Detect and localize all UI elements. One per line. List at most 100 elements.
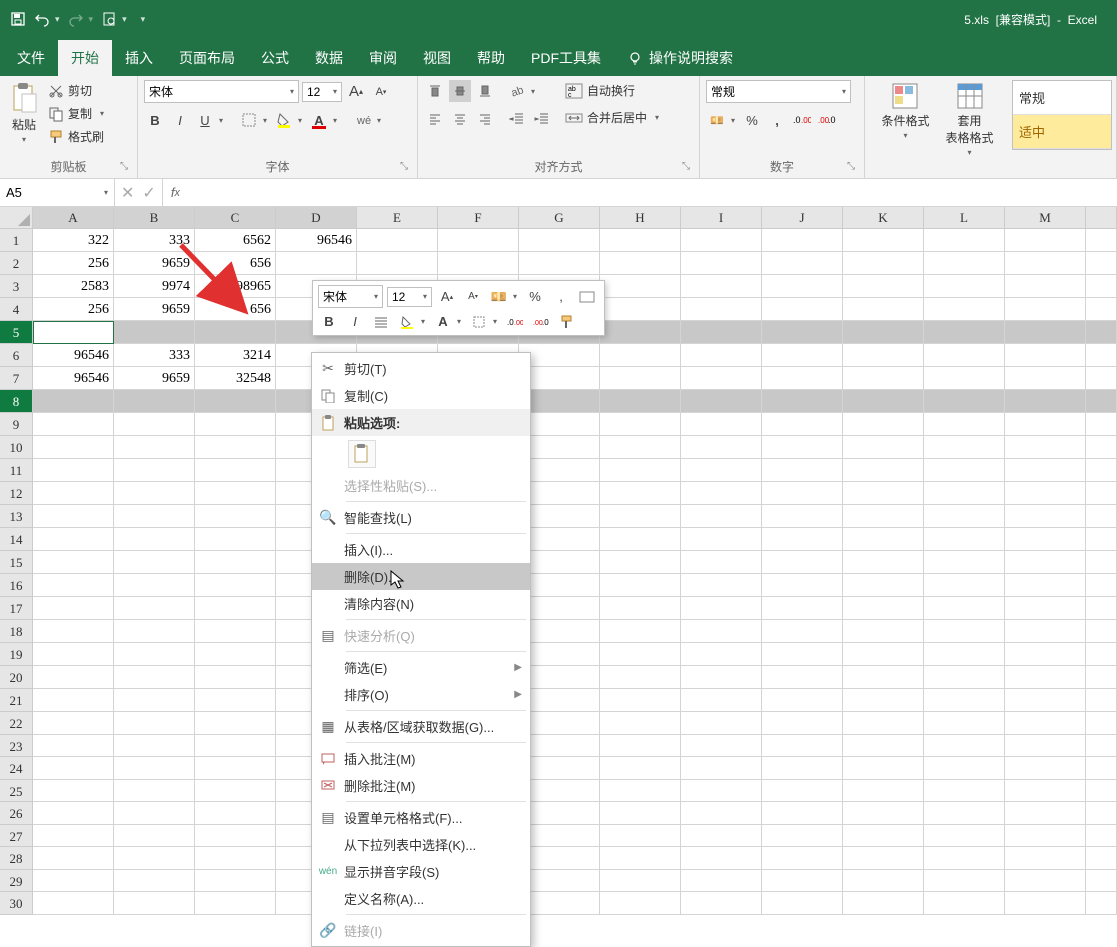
cell-B5[interactable] <box>114 321 195 344</box>
cell-C11[interactable] <box>195 459 276 482</box>
cell-M5[interactable] <box>1005 321 1086 344</box>
cell-B10[interactable] <box>114 436 195 459</box>
cell-H8[interactable] <box>600 390 681 413</box>
mini-font-color[interactable]: A <box>432 311 454 333</box>
row-header-15[interactable]: 15 <box>0 551 33 574</box>
column-header-L[interactable]: L <box>924 207 1005 229</box>
cell-A30[interactable] <box>33 892 114 915</box>
cell-J28[interactable] <box>762 847 843 870</box>
cell-J26[interactable] <box>762 802 843 825</box>
cell-C6[interactable]: 3214 <box>195 344 276 367</box>
tab-view[interactable]: 视图 <box>410 40 464 76</box>
cell-C8[interactable] <box>195 390 276 413</box>
cell-C27[interactable] <box>195 825 276 848</box>
ctx-filter[interactable]: 筛选(E)▶ <box>312 654 530 681</box>
cell-L28[interactable] <box>924 847 1005 870</box>
cell-B3[interactable]: 9974 <box>114 275 195 298</box>
comma-button[interactable]: , <box>766 109 788 131</box>
cell-C18[interactable] <box>195 620 276 643</box>
cell-M4[interactable] <box>1005 298 1086 321</box>
grow-font-button[interactable]: A▴ <box>345 81 367 103</box>
align-center-button[interactable] <box>449 108 471 130</box>
cell-C17[interactable] <box>195 597 276 620</box>
cell-C23[interactable] <box>195 735 276 758</box>
increase-decimal-button[interactable]: .0.00 <box>791 109 813 131</box>
cell-G25[interactable] <box>519 780 600 803</box>
ctx-delete-comment[interactable]: 删除批注(M) <box>312 772 530 799</box>
mini-shrink-font[interactable]: A▾ <box>462 286 484 308</box>
cell-L3[interactable] <box>924 275 1005 298</box>
ctx-insert-comment[interactable]: 插入批注(M) <box>312 745 530 772</box>
cell-K15[interactable] <box>843 551 924 574</box>
cell-B30[interactable] <box>114 892 195 915</box>
cell-B4[interactable]: 9659 <box>114 298 195 321</box>
cell-H10[interactable] <box>600 436 681 459</box>
column-header-M[interactable]: M <box>1005 207 1086 229</box>
cell-B20[interactable] <box>114 666 195 689</box>
ctx-show-pinyin[interactable]: wén显示拼音字段(S) <box>312 858 530 885</box>
cell-M6[interactable] <box>1005 344 1086 367</box>
cell-L2[interactable] <box>924 252 1005 275</box>
ctx-cut[interactable]: ✂剪切(T) <box>312 355 530 382</box>
cell-C24[interactable] <box>195 757 276 780</box>
cell-C28[interactable] <box>195 847 276 870</box>
cell-I4[interactable] <box>681 298 762 321</box>
cell-I19[interactable] <box>681 643 762 666</box>
cell-G14[interactable] <box>519 528 600 551</box>
cell-B25[interactable] <box>114 780 195 803</box>
cell-M29[interactable] <box>1005 870 1086 893</box>
conditional-format-button[interactable]: 条件格式▾ <box>877 80 933 142</box>
name-box[interactable]: A5▾ <box>0 179 115 206</box>
cell-C10[interactable] <box>195 436 276 459</box>
cell-I14[interactable] <box>681 528 762 551</box>
row-header-3[interactable]: 3 <box>0 275 33 298</box>
orientation-button[interactable]: ab <box>506 80 528 102</box>
tab-review[interactable]: 审阅 <box>356 40 410 76</box>
cell-H9[interactable] <box>600 413 681 436</box>
mini-inc-decimal[interactable]: .0.00 <box>504 311 526 333</box>
cell-J21[interactable] <box>762 689 843 712</box>
cell-I5[interactable] <box>681 321 762 344</box>
mini-italic[interactable]: I <box>344 311 366 333</box>
cell-C5[interactable] <box>195 321 276 344</box>
cell-L18[interactable] <box>924 620 1005 643</box>
column-header-E[interactable]: E <box>357 207 438 229</box>
cell-H29[interactable] <box>600 870 681 893</box>
cell-C16[interactable] <box>195 574 276 597</box>
column-header-G[interactable]: G <box>519 207 600 229</box>
cell-L27[interactable] <box>924 825 1005 848</box>
cell-B26[interactable] <box>114 802 195 825</box>
select-all-corner[interactable] <box>0 207 33 229</box>
cell-J3[interactable] <box>762 275 843 298</box>
cell-H24[interactable] <box>600 757 681 780</box>
cell-A2[interactable]: 256 <box>33 252 114 275</box>
cell-K2[interactable] <box>843 252 924 275</box>
cell-K11[interactable] <box>843 459 924 482</box>
cell-J7[interactable] <box>762 367 843 390</box>
cell-C20[interactable] <box>195 666 276 689</box>
row-header-8[interactable]: 8 <box>0 390 33 413</box>
cell-J25[interactable] <box>762 780 843 803</box>
cell-C1[interactable]: 6562 <box>195 229 276 252</box>
cell-J6[interactable] <box>762 344 843 367</box>
cell-H13[interactable] <box>600 505 681 528</box>
cell-J13[interactable] <box>762 505 843 528</box>
cell-A16[interactable] <box>33 574 114 597</box>
row-header-1[interactable]: 1 <box>0 229 33 252</box>
cell-K7[interactable] <box>843 367 924 390</box>
cell-G17[interactable] <box>519 597 600 620</box>
cell-A29[interactable] <box>33 870 114 893</box>
cell-H11[interactable] <box>600 459 681 482</box>
cell-H15[interactable] <box>600 551 681 574</box>
cell-B15[interactable] <box>114 551 195 574</box>
mini-grow-font[interactable]: A▴ <box>436 286 458 308</box>
cell-A18[interactable] <box>33 620 114 643</box>
cell-H14[interactable] <box>600 528 681 551</box>
cell-M30[interactable] <box>1005 892 1086 915</box>
cell-B28[interactable] <box>114 847 195 870</box>
cell-A3[interactable]: 2583 <box>33 275 114 298</box>
cell-G27[interactable] <box>519 825 600 848</box>
cell-I10[interactable] <box>681 436 762 459</box>
cell-I24[interactable] <box>681 757 762 780</box>
cell-K22[interactable] <box>843 712 924 735</box>
